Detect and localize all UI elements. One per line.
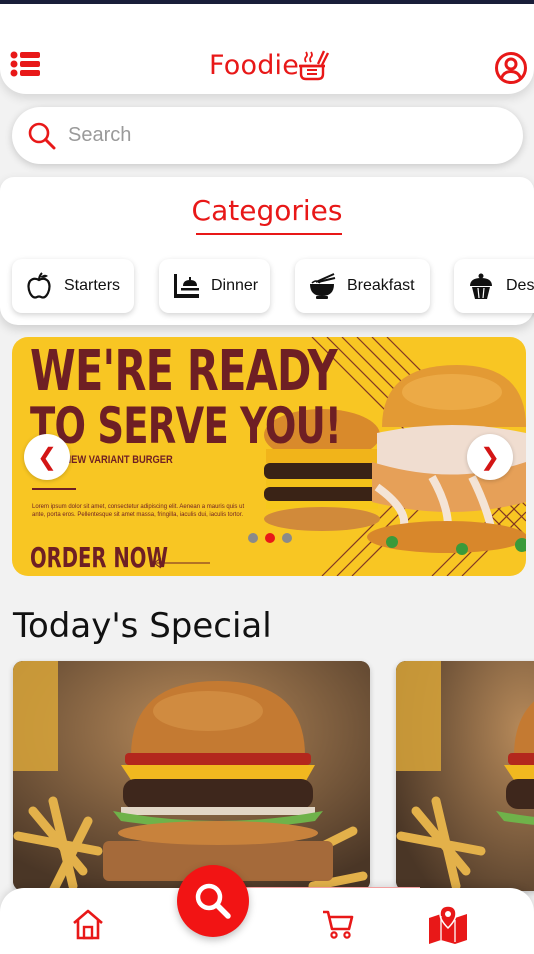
- search-fab-button[interactable]: [177, 865, 249, 937]
- search-icon: [195, 883, 231, 919]
- bottom-navigation: [0, 888, 534, 954]
- carousel-dot[interactable]: [282, 533, 292, 543]
- apple-icon: [24, 271, 54, 301]
- carousel-prev-button[interactable]: ❮: [24, 434, 70, 480]
- search-bar: [12, 107, 523, 164]
- banner-subtitle: R NEW VARIANT BURGER: [55, 454, 173, 466]
- banner-divider: [32, 488, 76, 490]
- category-chip-breakfast[interactable]: Breakfast: [295, 259, 430, 313]
- dining-table-icon: [171, 271, 201, 301]
- home-icon[interactable]: [70, 906, 106, 942]
- carousel-dot[interactable]: [248, 533, 258, 543]
- user-circle-icon[interactable]: [494, 51, 528, 85]
- burger-photo: [396, 661, 534, 891]
- burger-photo: [13, 661, 370, 891]
- map-icon[interactable]: [428, 904, 468, 944]
- category-chip-desserts[interactable]: Des: [454, 259, 534, 313]
- todays-special-title: Today's Special: [13, 606, 272, 646]
- special-item-card[interactable]: [13, 661, 370, 891]
- banner-headline-2: TO SERVE YOU!: [30, 397, 342, 455]
- cupcake-icon: [466, 271, 496, 301]
- special-item-card[interactable]: [396, 661, 534, 891]
- category-label: Breakfast: [347, 277, 415, 294]
- carousel-next-button[interactable]: ❯: [467, 434, 513, 480]
- search-input[interactable]: [68, 124, 468, 147]
- food-bowl-icon: [297, 48, 330, 82]
- category-chip-dinner[interactable]: Dinner: [159, 259, 270, 313]
- cart-icon[interactable]: [320, 906, 356, 942]
- banner-fine-print: Lorem ipsum dolor sit amet, consectetur …: [32, 504, 245, 518]
- top-app-bar: Foodie: [0, 4, 534, 94]
- banner-headline: WE'RE READY: [30, 339, 338, 404]
- categories-underline: [196, 233, 342, 235]
- carousel-indicator: [248, 533, 292, 543]
- promo-banner[interactable]: WE'RE READY TO SERVE YOU! R NEW VARIANT …: [12, 337, 526, 576]
- categories-title: Categories: [191, 194, 343, 227]
- category-label: Dinner: [211, 277, 259, 294]
- brand-name: Foodie: [209, 49, 300, 81]
- brand-logo: Foodie: [209, 48, 330, 82]
- list-icon[interactable]: [10, 50, 42, 78]
- arrow-left-icon: [153, 557, 210, 569]
- category-chip-starters[interactable]: Starters: [12, 259, 134, 313]
- noodle-bowl-icon: [307, 271, 337, 301]
- categories-panel: Categories Starters Dinner Breakfast Des: [0, 177, 534, 325]
- order-now-button[interactable]: ORDER NOW: [30, 541, 168, 574]
- search-icon: [28, 122, 56, 149]
- category-label: Starters: [64, 277, 121, 294]
- carousel-dot-active[interactable]: [265, 533, 275, 543]
- category-label: Des: [506, 277, 534, 294]
